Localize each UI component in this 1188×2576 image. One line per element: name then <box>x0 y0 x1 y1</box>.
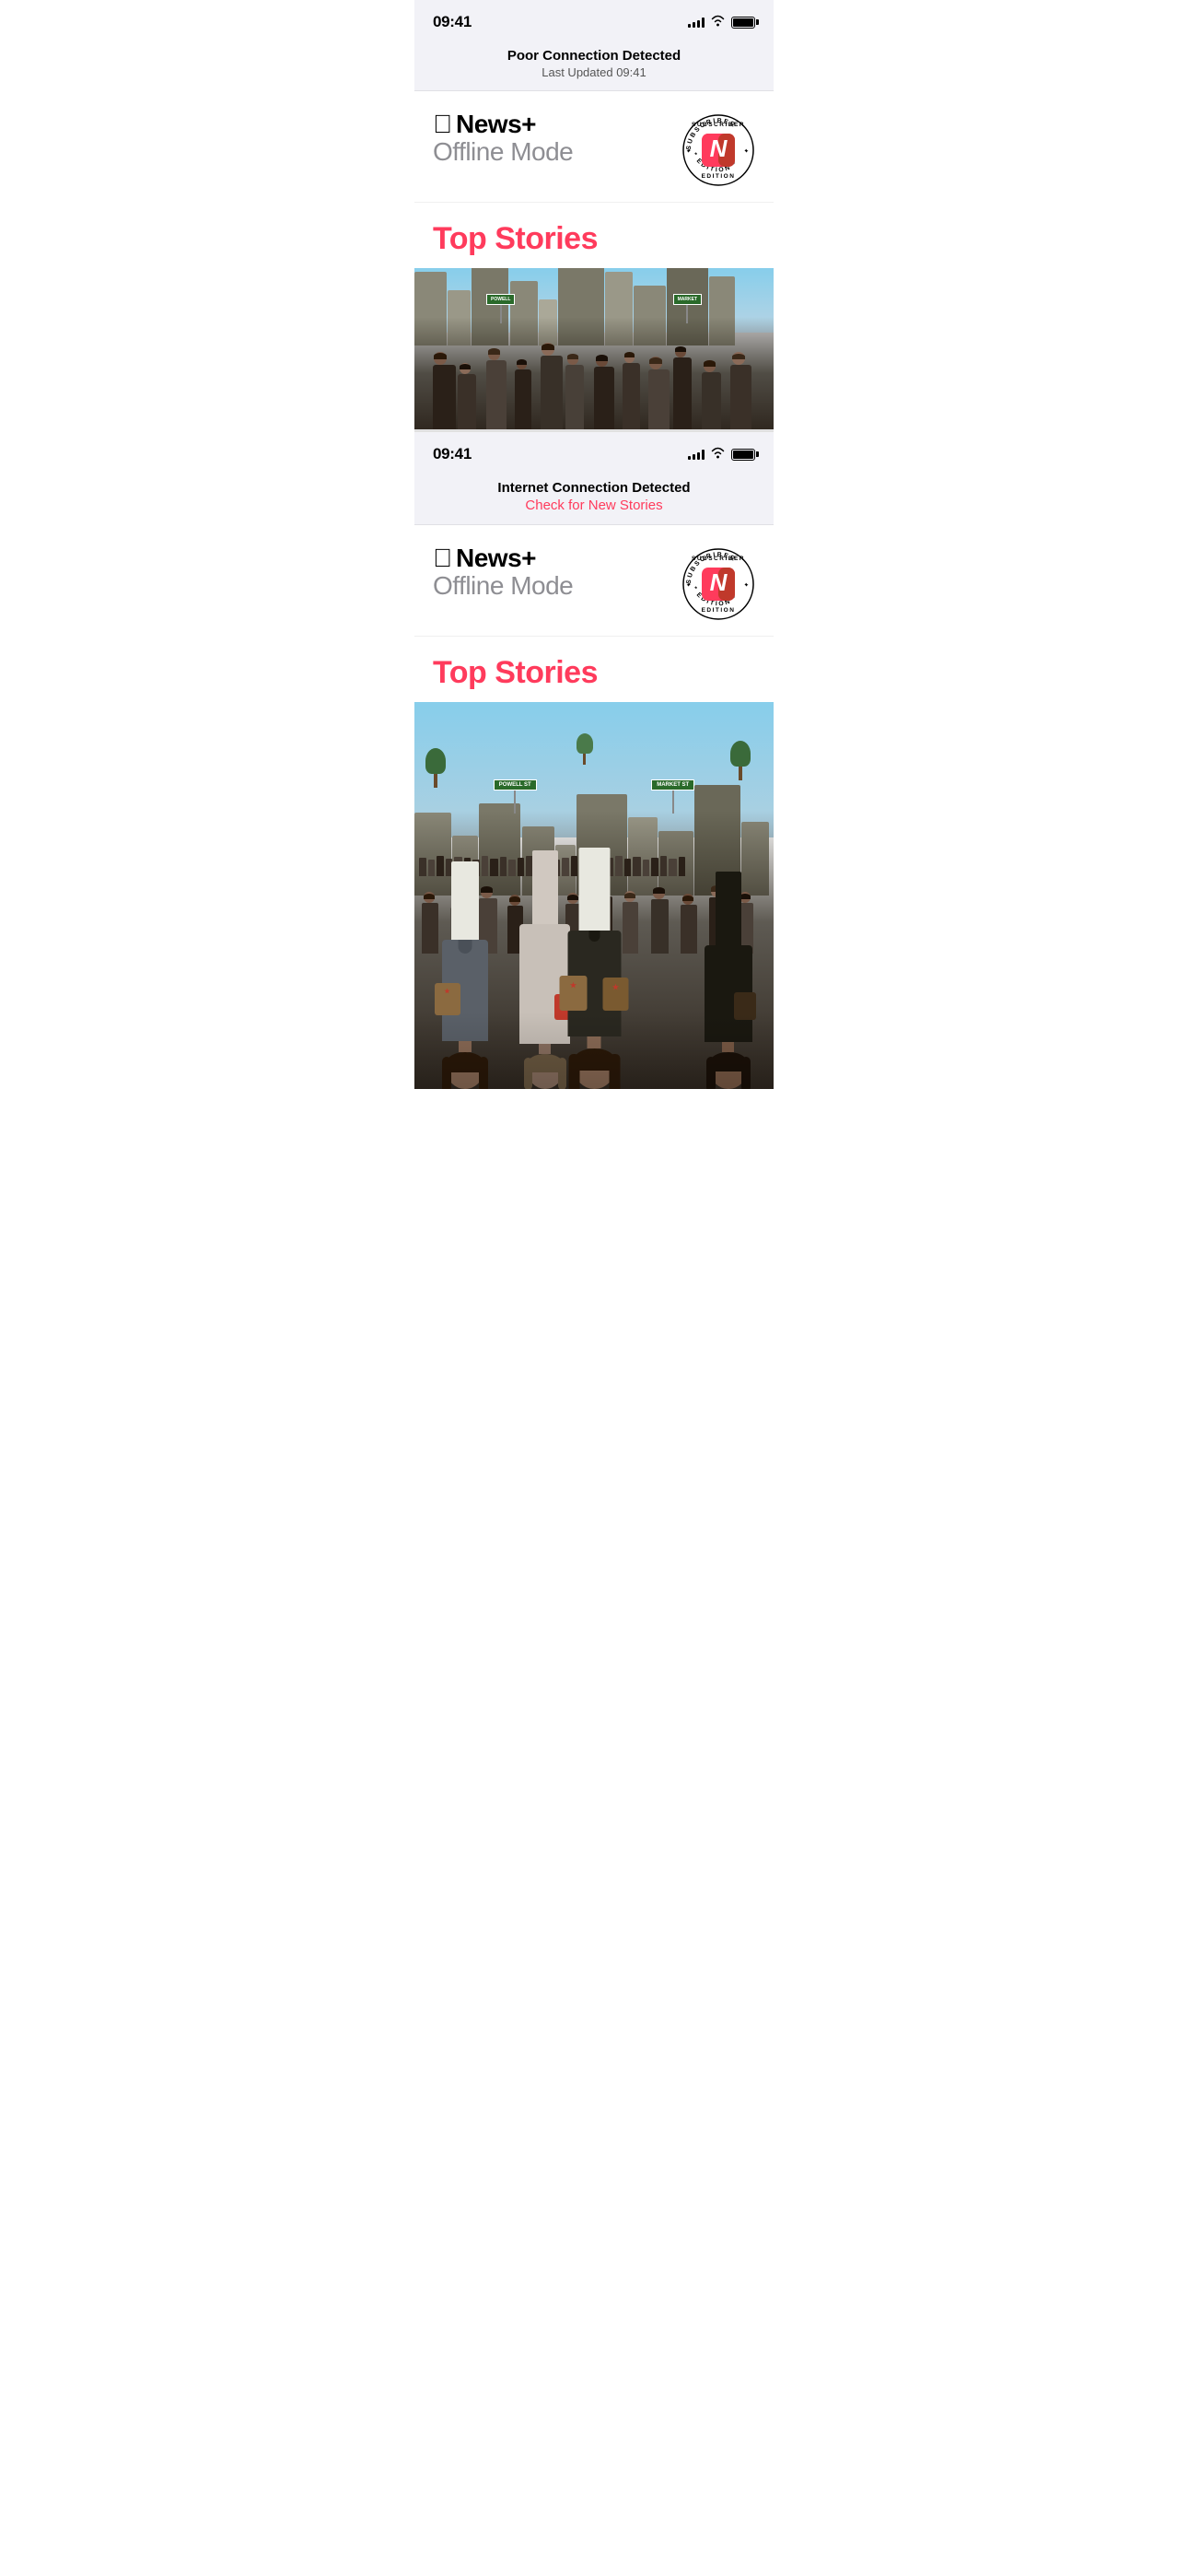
battery-icon-1 <box>731 17 755 29</box>
svg-text:SUBSCRIBER: SUBSCRIBER <box>692 122 745 128</box>
top-stories-title-2: Top Stories <box>433 655 755 691</box>
top-stories-title-1: Top Stories <box>433 221 755 257</box>
svg-text:SUBSCRIBER: SUBSCRIBER <box>692 556 745 562</box>
screen-1: 09:41 Poor Connection Detected Las <box>414 0 774 429</box>
status-time-1: 09:41 <box>433 13 472 31</box>
story-image-1: POWELL MARKET <box>414 268 774 429</box>
status-bar-1: 09:41 <box>414 0 774 41</box>
offline-mode-label-1: Offline Mode <box>433 137 573 167</box>
app-header-1:  News+ Offline Mode SUBSCRIBER * EDITIO… <box>414 91 774 203</box>
large-story-image-2: POWELL ST MARKET ST <box>414 702 774 1089</box>
app-header-2:  News+ Offline Mode SUBSCRIBER * EDITIO… <box>414 525 774 637</box>
subscriber-badge-1: SUBSCRIBER * EDITION * ✦ ✦ N SUBSCRIB <box>681 113 755 187</box>
app-name-line-1:  News+ <box>433 110 573 139</box>
app-title-block-2:  News+ Offline Mode <box>433 544 573 601</box>
internet-connection-banner: Internet Connection Detected Check for N… <box>414 473 774 525</box>
app-name-line-2:  News+ <box>433 544 573 573</box>
svg-text:EDITION: EDITION <box>702 607 736 614</box>
news-plus-label-1: News+ <box>456 110 536 139</box>
svg-text:✦: ✦ <box>744 148 748 154</box>
apple-logo-2:  <box>433 545 452 571</box>
badge-svg-2: SUBSCRIBER * EDITION * ✦ ✦ N SUBSCRIBER … <box>681 547 755 621</box>
poor-connection-banner: Poor Connection Detected Last Updated 09… <box>414 41 774 91</box>
subscriber-badge-2: SUBSCRIBER * EDITION * ✦ ✦ N SUBSCRIBER … <box>681 547 755 621</box>
wifi-icon-1 <box>710 15 726 29</box>
badge-svg-1: SUBSCRIBER * EDITION * ✦ ✦ N SUBSCRIB <box>681 113 755 187</box>
poor-connection-title: Poor Connection Detected <box>433 48 755 64</box>
section-header-1: Top Stories <box>414 203 774 268</box>
status-bar-2: 09:41 <box>414 432 774 473</box>
screen-2: 09:41 Internet Connection Detected <box>414 432 774 1089</box>
signal-icon-2 <box>688 449 705 460</box>
wifi-icon-2 <box>710 447 726 462</box>
svg-text:N: N <box>710 568 728 596</box>
last-updated-subtitle: Last Updated 09:41 <box>433 65 755 79</box>
svg-text:✦: ✦ <box>687 582 691 588</box>
svg-text:✦: ✦ <box>687 148 691 154</box>
svg-text:N: N <box>710 135 728 162</box>
status-time-2: 09:41 <box>433 445 472 463</box>
status-icons-1 <box>688 15 755 29</box>
internet-connection-title: Internet Connection Detected <box>433 480 755 496</box>
section-header-2: Top Stories <box>414 637 774 702</box>
svg-text:✦: ✦ <box>744 582 748 588</box>
offline-mode-label-2: Offline Mode <box>433 571 573 601</box>
signal-icon-1 <box>688 17 705 28</box>
battery-icon-2 <box>731 449 755 461</box>
news-plus-label-2: News+ <box>456 544 536 573</box>
app-title-block-1:  News+ Offline Mode <box>433 110 573 167</box>
apple-logo-1:  <box>433 111 452 137</box>
status-icons-2 <box>688 447 755 462</box>
svg-text:EDITION: EDITION <box>702 173 736 180</box>
check-new-stories-link[interactable]: Check for New Stories <box>433 498 755 513</box>
